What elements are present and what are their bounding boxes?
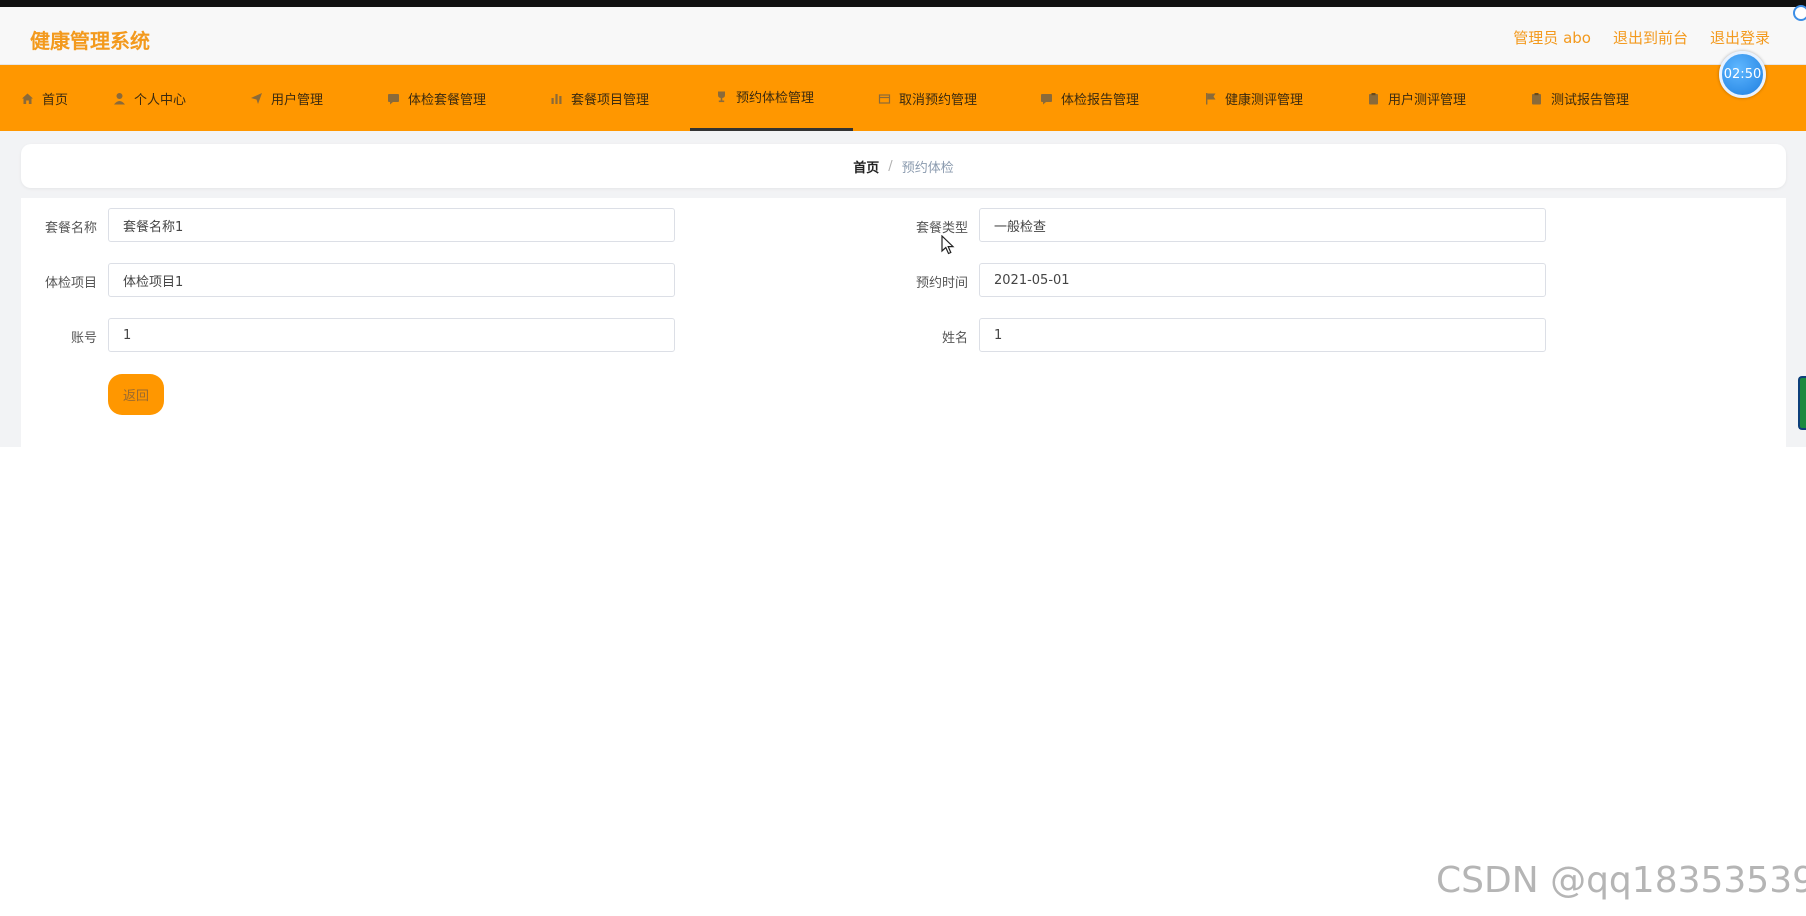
trophy-icon [714, 90, 728, 104]
exit-to-frontend-link[interactable]: 退出到前台 [1613, 27, 1688, 48]
nav-item-home[interactable]: 首页 [20, 65, 68, 131]
exam-item-field[interactable]: 体检项目1 [108, 263, 675, 297]
back-button[interactable]: 返回 [108, 374, 164, 415]
nav-item-cancel-appointment[interactable]: 取消预约管理 [877, 65, 977, 131]
app-header: 健康管理系统 管理员 abo 退出到前台 退出登录 [0, 7, 1806, 65]
nav-item-label: 取消预约管理 [899, 92, 978, 108]
home-icon [20, 91, 34, 105]
nav-item-test-report[interactable]: 测试报告管理 [1529, 65, 1629, 131]
account-label: 账号 [70, 331, 97, 346]
nav-item-personal-center[interactable]: 个人中心 [112, 65, 186, 131]
nav-item-label: 套餐项目管理 [571, 92, 650, 108]
window-top-strip [0, 0, 1806, 7]
breadcrumb-current: 预约体检 [901, 160, 954, 176]
logout-link[interactable]: 退出登录 [1710, 27, 1770, 48]
nav-item-label: 用户管理 [271, 92, 324, 108]
bar-chart-icon [549, 91, 563, 105]
nav-item-label: 用户测评管理 [1388, 92, 1467, 108]
nav-item-label: 测试报告管理 [1551, 92, 1630, 108]
nav-item-health-assessment[interactable]: 健康测评管理 [1203, 65, 1303, 131]
nav-item-package-management[interactable]: 体检套餐管理 [386, 65, 486, 131]
nav-item-label: 体检报告管理 [1061, 92, 1140, 108]
clipboard-icon [1529, 91, 1543, 105]
nav-item-user-assessment[interactable]: 用户测评管理 [1366, 65, 1466, 131]
nav-item-label: 个人中心 [134, 92, 187, 108]
nav-item-appointment-management[interactable]: 预约体检管理 [690, 65, 853, 131]
name-field[interactable]: 1 [979, 318, 1546, 352]
header-links: 管理员 abo 退出到前台 退出登录 [1513, 27, 1770, 48]
appointment-time-label: 预约时间 [915, 276, 968, 291]
name-label: 姓名 [941, 331, 968, 346]
breadcrumb-home[interactable]: 首页 [853, 157, 879, 176]
corner-indicator-icon [1793, 5, 1806, 21]
package-name-label: 套餐名称 [44, 221, 97, 236]
send-icon [249, 91, 263, 105]
app-title: 健康管理系统 [30, 29, 150, 53]
admin-user-link[interactable]: 管理员 abo [1513, 27, 1591, 48]
nav-item-label: 预约体检管理 [736, 91, 815, 106]
breadcrumb: 首页 / 预约体检 [21, 144, 1786, 188]
nav-item-label: 体检套餐管理 [408, 92, 487, 108]
main-nav: 首页 个人中心 用户管理 体检套餐管理 套餐项目管理 预约体检管理 取消预约管理… [0, 65, 1806, 131]
watermark: CSDN @qq183535392 [1436, 860, 1806, 901]
nav-item-user-management[interactable]: 用户管理 [249, 65, 323, 131]
flag-icon [1203, 91, 1217, 105]
message-icon [1039, 91, 1053, 105]
package-type-field[interactable]: 一般检查 [979, 208, 1546, 242]
nav-item-package-items[interactable]: 套餐项目管理 [549, 65, 649, 131]
side-floating-widget[interactable] [1798, 376, 1806, 430]
nav-item-report-management[interactable]: 体检报告管理 [1039, 65, 1139, 131]
package-type-label: 套餐类型 [915, 221, 968, 236]
package-name-field[interactable]: 套餐名称1 [108, 208, 675, 242]
mouse-cursor-icon [941, 234, 955, 259]
clipboard-icon [1366, 91, 1380, 105]
message-icon [386, 91, 400, 105]
account-field[interactable]: 1 [108, 318, 675, 352]
nav-item-label: 健康测评管理 [1225, 92, 1304, 108]
nav-item-label: 首页 [42, 92, 69, 108]
breadcrumb-separator: / [888, 158, 893, 174]
box-icon [877, 91, 891, 105]
user-icon [112, 91, 126, 105]
appointment-time-field[interactable]: 2021-05-01 [979, 263, 1546, 297]
timer-badge[interactable]: 02:50 [1719, 51, 1766, 98]
exam-item-label: 体检项目 [44, 276, 97, 291]
